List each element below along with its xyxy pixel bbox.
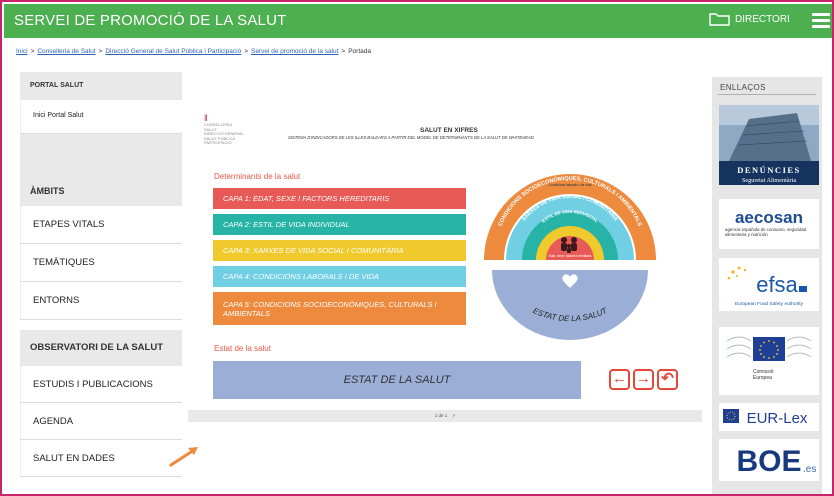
efsa-subtitle: European Food Safety Authority	[735, 301, 804, 307]
capa-1-button[interactable]: CAPA 1: EDAT, SEXE I FACTORS HEREDITARIS	[213, 188, 466, 209]
ce-line-2: Europea	[753, 375, 772, 381]
capa-4-button[interactable]: CAPA 4: CONDICIONS LABORALS I DE VIDA	[213, 266, 466, 287]
reset-icon[interactable]: ↶	[657, 369, 678, 390]
sidebar-spacer	[20, 320, 182, 330]
aecosan-name: aecosan	[735, 208, 803, 227]
govern-logo: ǁ CONSELLERIA SALUT DIRECCIÓ GENERAL SAL…	[204, 114, 244, 146]
capa-4-label: CAPA 4: CONDICIONS LABORALS I DE VIDA	[223, 272, 379, 281]
link-comissio-europea[interactable]: Comissió Europea	[719, 327, 819, 395]
sidebar-item-agenda[interactable]: AGENDA	[20, 403, 182, 440]
building-photo: DENÚNCIES Seguretat Alimentària	[719, 105, 819, 185]
sidebar-item-etapes-vitals[interactable]: ETAPES VITALS	[20, 206, 182, 244]
denuncies-title: DENÚNCIES	[737, 165, 801, 175]
determinants-rainbow-diagram: Edat, sexe i factors hereditaris CONDICI…	[484, 174, 656, 340]
capa-3-button[interactable]: CAPA 3: XARXES DE VIDA SOCIAL I COMUNITÀ…	[213, 240, 466, 261]
determinants-label: Determinants de la salut	[214, 172, 301, 181]
efsa-logo: efsa European Food Safety Authority	[727, 266, 807, 307]
arrow-right-icon[interactable]: →	[633, 369, 654, 390]
aecosan-logo: aecosan agencia española de consumo, seg…	[725, 208, 807, 237]
directori-button[interactable]: DIRECTORI	[709, 12, 790, 26]
boe-suffix: .es	[803, 464, 816, 475]
pointer-arrow-icon	[169, 447, 198, 467]
breadcrumb-inici[interactable]: Inici	[16, 48, 28, 55]
slide-title: SALUT EN XIFRES	[420, 127, 478, 134]
sidebar-item-salut-en-dades[interactable]: SALUT EN DADES	[20, 440, 182, 477]
boe-name: BOE	[736, 445, 801, 478]
capa-5-button[interactable]: CAPA 5: CONDICIONS SOCIOECONÒMIQUES, CUL…	[213, 292, 466, 325]
breadcrumb-servei[interactable]: Servei de promoció de la salut	[251, 48, 338, 55]
ring-work-label: Condicions laborals i de vida	[548, 183, 591, 187]
capa-5-label: CAPA 5: CONDICIONS SOCIOECONÒMIQUES, CUL…	[223, 299, 437, 318]
ring-core-label: Edat, sexe i factors hereditaris	[549, 254, 592, 258]
link-aecosan[interactable]: aecosan agencia española de consumo, seg…	[719, 199, 819, 249]
hamburger-menu-icon[interactable]	[812, 13, 830, 29]
breadcrumb-separator: >	[244, 48, 248, 55]
breadcrumb-separator: >	[98, 48, 103, 55]
efsa-name: efsa	[756, 272, 798, 297]
portal-salut-heading: PORTAL SALUT	[20, 72, 182, 100]
sidebar-item-entorns[interactable]: ENTORNS	[20, 282, 182, 320]
capa-2-label: CAPA 2: ESTIL DE VIDA INDIVIDUAL	[223, 220, 350, 229]
eur-lex-logo: EUR-Lex	[723, 409, 808, 427]
eur-lex-name: EUR-Lex	[747, 410, 808, 427]
breadcrumb-separator: >	[30, 48, 35, 55]
link-eur-lex[interactable]: EUR-Lex	[719, 403, 819, 431]
pager-label: 1 de 1	[434, 413, 448, 418]
estat-de-la-salut-button[interactable]: ESTAT DE LA SALUT	[213, 361, 581, 399]
ambits-heading: ÀMBITS	[20, 176, 182, 206]
link-denuncies-seguretat-alimentaria[interactable]: DENÚNCIES Seguretat Alimentària	[719, 105, 819, 185]
links-sidebar: ENLLAÇOS DENÚNCIES Seguretat Alimentària…	[712, 77, 822, 494]
site-title[interactable]: SERVEI DE PROMOCIÓ DE LA SALUT	[14, 12, 286, 29]
capa-3-label: CAPA 3: XARXES DE VIDA SOCIAL I COMUNITÀ…	[223, 246, 404, 255]
top-bar: SERVEI DE PROMOCIÓ DE LA SALUT DIRECTORI	[4, 4, 832, 38]
capa-2-button[interactable]: CAPA 2: ESTIL DE VIDA INDIVIDUAL	[213, 214, 466, 235]
page-frame: SERVEI DE PROMOCIÓ DE LA SALUT DIRECTORI…	[0, 0, 834, 496]
links-heading: ENLLAÇOS	[720, 83, 766, 92]
sidebar-item-tematiques[interactable]: TEMÀTIQUES	[20, 244, 182, 282]
sidebar-item-estudis[interactable]: ESTUDIS I PUBLICACIONS	[20, 366, 182, 403]
link-boe[interactable]: BOE .es	[719, 439, 819, 481]
logo-line: PARTICIPACIÓ	[204, 140, 232, 145]
breadcrumb-conselleria[interactable]: Conselleria de Salut	[37, 48, 95, 55]
european-commission-logo: Comissió Europea	[719, 327, 819, 395]
breadcrumb-separator: >	[341, 48, 346, 55]
sidebar-spacer	[20, 134, 182, 176]
capa-1-label: CAPA 1: EDAT, SEXE I FACTORS HEREDITARIS	[223, 194, 390, 203]
aecosan-subtitle: agencia española de consumo, seguridad a…	[725, 227, 807, 237]
breadcrumb: Inici > Conselleria de Salut > Direcció Gene…	[16, 48, 371, 55]
boe-logo: BOE .es	[736, 445, 816, 478]
slide-subtitle: SISTEMA D'INDICADORS DE LES ILLES BALEAR…	[288, 135, 534, 140]
main-slideshow: ǁ CONSELLERIA SALUT DIRECCIÓ GENERAL SAL…	[188, 72, 702, 492]
arrow-left-icon[interactable]: ←	[609, 369, 630, 390]
directori-label: DIRECTORI	[735, 13, 790, 25]
slide-pager: 1 de 1 >	[188, 410, 702, 422]
link-efsa[interactable]: efsa European Food Safety Authority	[719, 258, 819, 311]
denuncies-subtitle: Seguretat Alimentària	[742, 177, 796, 184]
links-divider	[718, 94, 816, 95]
estat-label: Estat de la salut	[214, 344, 271, 353]
left-sidebar: PORTAL SALUT Inici Portal Salut ÀMBITS E…	[20, 72, 182, 477]
breadcrumb-direccio[interactable]: Direcció General de Salut Pública i Part…	[105, 48, 241, 55]
pager-next[interactable]: >	[453, 413, 456, 418]
breadcrumb-current: Portada	[348, 48, 371, 55]
observatori-heading: OBSERVATORI DE LA SALUT	[20, 330, 182, 366]
folder-icon	[709, 13, 730, 26]
sidebar-item-inici-portal[interactable]: Inici Portal Salut	[20, 100, 182, 134]
